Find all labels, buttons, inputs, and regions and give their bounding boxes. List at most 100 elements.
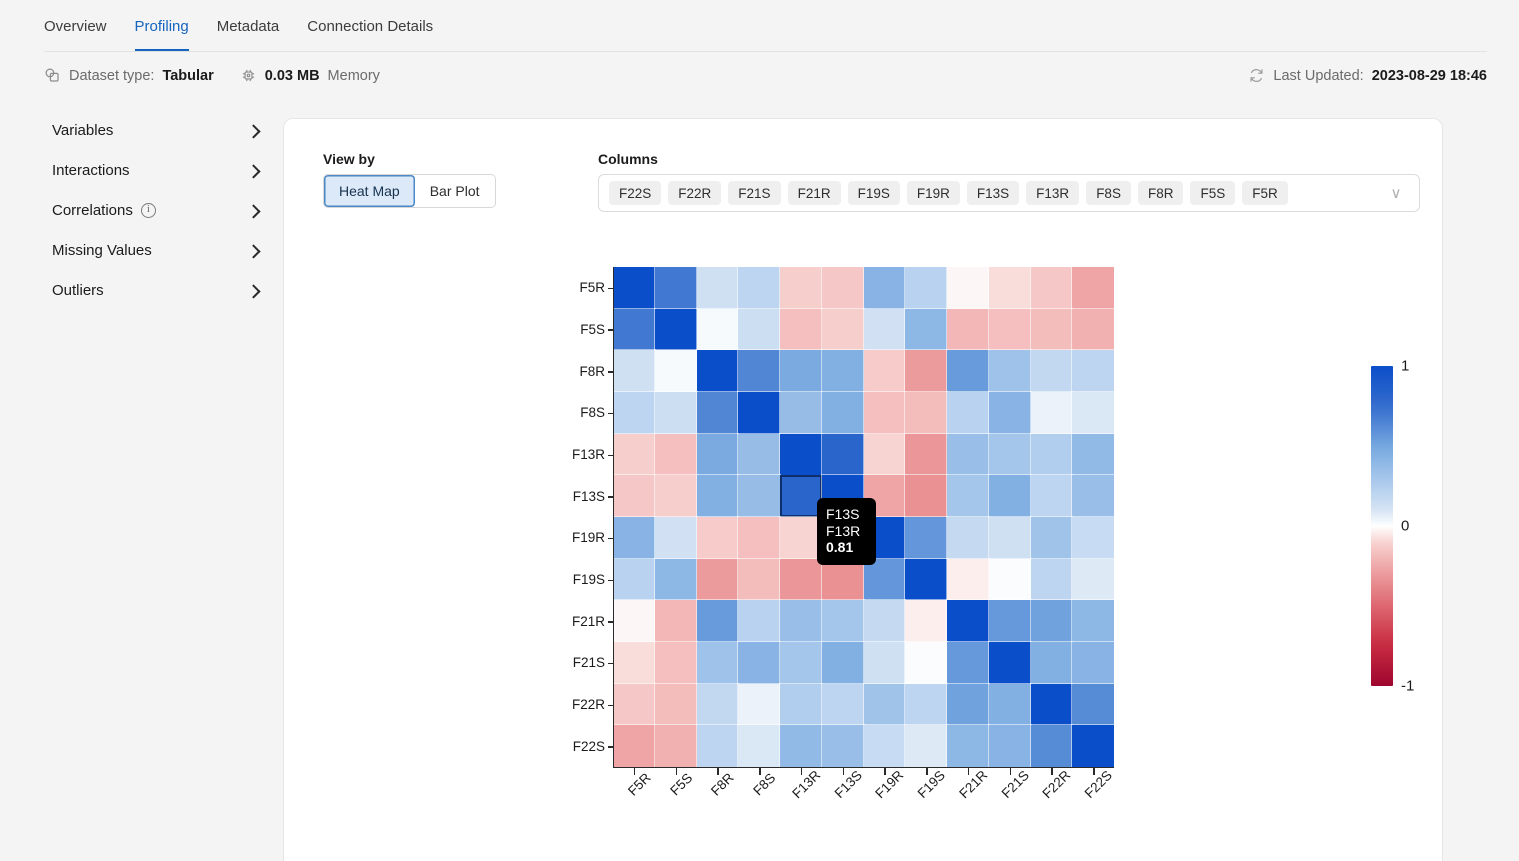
- heatmap-cell[interactable]: [696, 516, 739, 560]
- heatmap-cell[interactable]: [988, 391, 1031, 435]
- sidebar-item-variables[interactable]: Variables: [52, 110, 261, 150]
- heatmap-cell[interactable]: [863, 308, 906, 351]
- heatmap-cell[interactable]: [904, 724, 948, 768]
- heatmap-cell[interactable]: [737, 433, 781, 476]
- heatmap-cell[interactable]: [737, 266, 781, 310]
- heatmap-cell[interactable]: [1030, 599, 1073, 643]
- heatmap-cell[interactable]: [1071, 641, 1115, 685]
- heatmap-cell[interactable]: [863, 433, 906, 476]
- heatmap-cell[interactable]: [654, 391, 697, 435]
- heatmap-cell[interactable]: [612, 308, 656, 351]
- heatmap-cell[interactable]: [1030, 391, 1073, 435]
- heatmap-cell[interactable]: [737, 599, 781, 643]
- heatmap-cell[interactable]: [946, 641, 990, 685]
- heatmap-cell[interactable]: [1071, 349, 1115, 393]
- heatmap-cell[interactable]: [696, 391, 739, 435]
- heatmap-cell[interactable]: [821, 266, 864, 310]
- heatmap-cell[interactable]: [904, 599, 948, 643]
- heatmap-cell[interactable]: [988, 474, 1031, 518]
- heatmap-cell[interactable]: [988, 641, 1031, 685]
- heatmap-cell[interactable]: [696, 599, 739, 643]
- heatmap-cell[interactable]: [904, 266, 948, 310]
- heatmap-cell[interactable]: [780, 475, 822, 517]
- chevron-right-icon[interactable]: [246, 244, 261, 259]
- heatmap-cell[interactable]: [821, 641, 864, 685]
- heatmap-cell[interactable]: [1030, 308, 1073, 351]
- heatmap-cell[interactable]: [779, 266, 823, 310]
- heatmap-cell[interactable]: [654, 599, 697, 643]
- heatmap-cell[interactable]: [988, 433, 1031, 476]
- heatmap-cell[interactable]: [1030, 474, 1073, 518]
- heatmap-cell[interactable]: [737, 391, 781, 435]
- heatmap-cell[interactable]: [612, 516, 656, 560]
- heatmap-cell[interactable]: [1071, 266, 1115, 310]
- heatmap-cell[interactable]: [612, 599, 656, 643]
- heatmap-cell[interactable]: [779, 724, 823, 768]
- heatmap-cell[interactable]: [1030, 516, 1073, 560]
- heatmap-cell[interactable]: [904, 558, 948, 601]
- heatmap-cell[interactable]: [779, 641, 823, 685]
- heatmap-cell[interactable]: [946, 433, 990, 476]
- heatmap-cell[interactable]: [696, 433, 739, 476]
- heatmap-cell[interactable]: [988, 349, 1031, 393]
- heatmap-cell[interactable]: [863, 724, 906, 768]
- heatmap-cell[interactable]: [1030, 641, 1073, 685]
- heatmap-cell[interactable]: [904, 641, 948, 685]
- heatmap-cell[interactable]: [946, 724, 990, 768]
- heatmap-cell[interactable]: [612, 391, 656, 435]
- heatmap-cell[interactable]: [779, 349, 823, 393]
- heatmap-cell[interactable]: [946, 683, 990, 726]
- heatmap-cell[interactable]: [654, 724, 697, 768]
- heatmap-cell[interactable]: [863, 641, 906, 685]
- heatmap-cell[interactable]: [696, 724, 739, 768]
- sidebar-item-interactions[interactable]: Interactions: [52, 150, 261, 190]
- heatmap-cell[interactable]: [863, 599, 906, 643]
- heatmap-cell[interactable]: [654, 266, 697, 310]
- heatmap-cell[interactable]: [904, 349, 948, 393]
- heatmap-cell[interactable]: [1030, 433, 1073, 476]
- heatmap-cell[interactable]: [737, 474, 781, 518]
- heatmap-cell[interactable]: [863, 266, 906, 310]
- heatmap-cell[interactable]: [904, 683, 948, 726]
- heatmap-cell[interactable]: [779, 391, 823, 435]
- heatmap-cell[interactable]: [821, 683, 864, 726]
- heatmap-cell[interactable]: [988, 724, 1031, 768]
- heatmap-cell[interactable]: [988, 599, 1031, 643]
- heatmap-cell[interactable]: [1071, 724, 1115, 768]
- heatmap-cell[interactable]: [779, 558, 823, 601]
- heatmap-cell[interactable]: [612, 683, 656, 726]
- heatmap-cell[interactable]: [1030, 266, 1073, 310]
- heatmap-cell[interactable]: [654, 641, 697, 685]
- heatmap-cell[interactable]: [946, 349, 990, 393]
- heatmap-cell[interactable]: [904, 433, 948, 476]
- heatmap-cell[interactable]: [696, 308, 739, 351]
- heatmap-cell[interactable]: [654, 474, 697, 518]
- chevron-right-icon[interactable]: [246, 204, 261, 219]
- heatmap-cell[interactable]: [863, 349, 906, 393]
- heatmap-cell[interactable]: [737, 641, 781, 685]
- heatmap-cell[interactable]: [988, 516, 1031, 560]
- heatmap-cell[interactable]: [1071, 516, 1115, 560]
- heatmap-cell[interactable]: [612, 266, 656, 310]
- chevron-right-icon[interactable]: [246, 124, 261, 139]
- tab-metadata[interactable]: Metadata: [203, 0, 294, 52]
- heatmap-cell[interactable]: [821, 308, 864, 351]
- heatmap-cell[interactable]: [988, 558, 1031, 601]
- heatmap-cell[interactable]: [863, 683, 906, 726]
- chevron-right-icon[interactable]: [246, 164, 261, 179]
- heatmap-cell[interactable]: [904, 516, 948, 560]
- heatmap-cell[interactable]: [654, 683, 697, 726]
- heatmap-cell[interactable]: [612, 558, 656, 601]
- heatmap-cell[interactable]: [1030, 683, 1073, 726]
- heatmap-cell[interactable]: [904, 391, 948, 435]
- tab-profiling[interactable]: Profiling: [121, 0, 203, 52]
- heatmap-cell[interactable]: [696, 683, 739, 726]
- heatmap-cell[interactable]: [696, 558, 739, 601]
- heatmap-cell[interactable]: [654, 558, 697, 601]
- heatmap-cell[interactable]: [1071, 599, 1115, 643]
- heatmap-cell[interactable]: [821, 599, 864, 643]
- heatmap-cell[interactable]: [946, 558, 990, 601]
- heatmap-cell[interactable]: [1071, 558, 1115, 601]
- heatmap-cell[interactable]: [946, 474, 990, 518]
- heatmap-cell[interactable]: [654, 516, 697, 560]
